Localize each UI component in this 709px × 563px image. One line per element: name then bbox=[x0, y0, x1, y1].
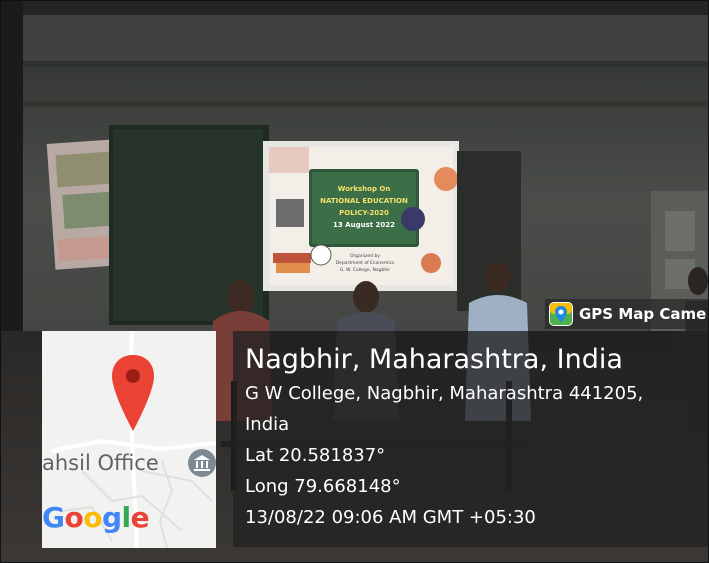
location-info-panel: Nagbhir, Maharashtra, India G W College,… bbox=[233, 331, 708, 547]
slide-title-1: Workshop On bbox=[338, 185, 391, 193]
map-marker-icon bbox=[112, 355, 154, 431]
badge-label: GPS Map Came bbox=[579, 305, 707, 323]
slide-organizer-1: Organized by bbox=[350, 253, 380, 259]
slide-title-3: POLICY-2020 bbox=[339, 209, 389, 217]
location-map: ahsil Office Google bbox=[42, 331, 216, 548]
google-logo: Google bbox=[42, 501, 150, 534]
map-pin-icon bbox=[549, 302, 573, 326]
slide-organizer-3: G. W. College, Nagbhir bbox=[340, 267, 391, 273]
place-name: Nagbhir, Maharashtra, India bbox=[245, 344, 623, 375]
address-line: G W College, Nagbhir, Maharashtra 441205… bbox=[245, 383, 644, 404]
photo-frame: Workshop On NATIONAL EDUCATION POLICY-20… bbox=[0, 0, 709, 563]
longitude: Long 79.668148° bbox=[245, 476, 401, 497]
gps-map-camera-badge: GPS Map Came bbox=[545, 299, 708, 329]
slide-organizer-2: Department of Economics bbox=[336, 260, 395, 266]
slide-title-2: NATIONAL EDUCATION bbox=[320, 197, 408, 205]
map-poi-label: ahsil Office bbox=[42, 451, 159, 475]
timestamp: 13/08/22 09:06 AM GMT +05:30 bbox=[245, 507, 536, 528]
latitude: Lat 20.581837° bbox=[245, 445, 386, 466]
slide-date: 13 August 2022 bbox=[333, 221, 395, 229]
country-line: India bbox=[245, 414, 290, 435]
bank-icon bbox=[188, 449, 216, 477]
